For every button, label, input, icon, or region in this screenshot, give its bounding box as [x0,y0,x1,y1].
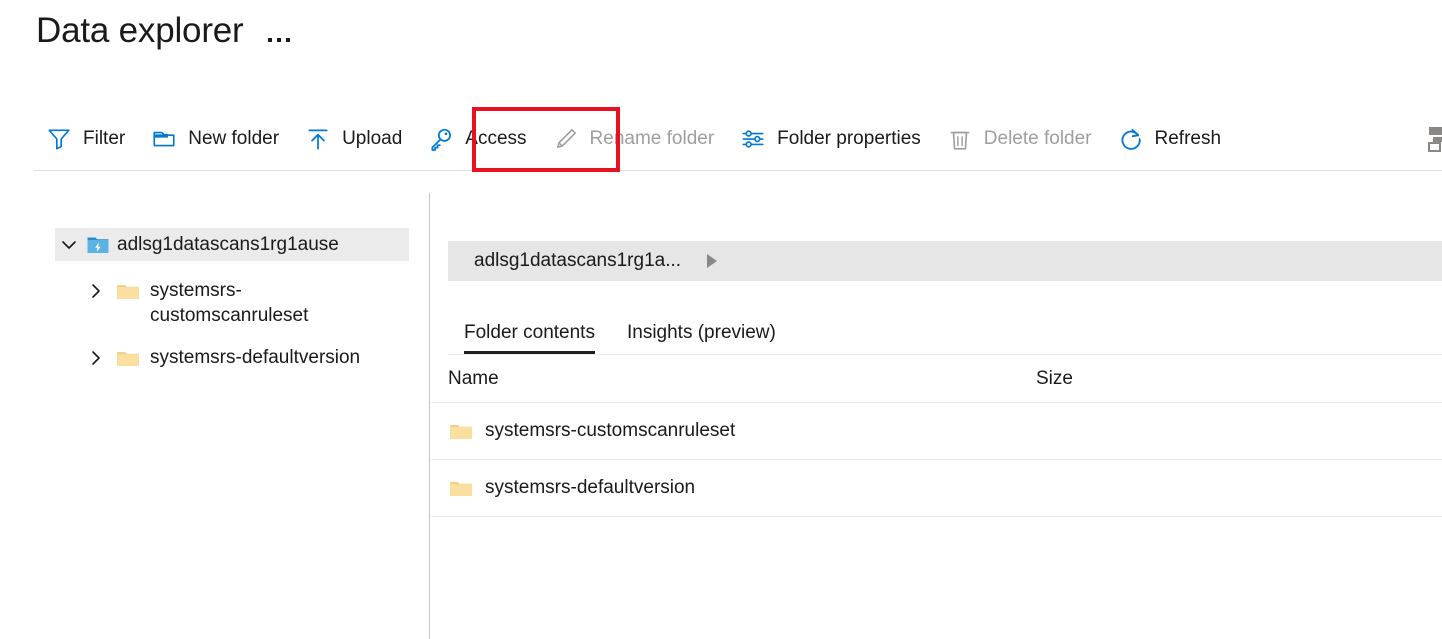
toolbar-button-new-folder[interactable]: New folder [138,108,292,170]
ellipsis-dot [286,38,290,42]
row-name-label: systemsrs-customscanruleset [485,420,735,442]
toolbar-label: Delete folder [984,128,1092,150]
column-header-name[interactable]: Name [448,368,1036,390]
column-header-size[interactable]: Size [1036,368,1236,390]
toolbar-label: Rename folder [590,128,715,150]
toolbar-label: Access [465,128,526,150]
breadcrumb: adlsg1datascans1rg1a... [448,241,1442,281]
table-row[interactable]: systemsrs-defaultversion [431,460,1442,517]
folder-icon [115,279,141,305]
toolbar-button-delete-folder[interactable]: Delete folder [934,108,1105,170]
command-toolbar: Filter New folder Upload Access [33,107,1442,171]
page-title: Data explorer [36,8,244,54]
folder-icon [115,346,141,372]
tab-folder-contents[interactable]: Folder contents [448,311,611,354]
tree-item-systemsrs-customscanruleset[interactable]: systemsrs-customscanruleset [86,278,406,328]
chevron-right-icon[interactable] [86,281,106,301]
new-folder-icon [151,126,177,152]
breadcrumb-path[interactable]: adlsg1datascans1rg1a... [474,250,681,272]
toolbar-label: Folder properties [777,128,921,150]
toolbar-button-refresh[interactable]: Refresh [1105,108,1235,170]
sliders-icon [740,126,766,152]
tree-item-label: adlsg1datascans1rg1ause [117,234,339,256]
chevron-right-icon[interactable] [86,348,106,368]
chevron-down-icon[interactable] [59,235,79,255]
tree-item-label: systemsrs-defaultversion [150,345,360,370]
tab-label: Folder contents [464,322,595,344]
hierarchy-icon[interactable] [1428,124,1442,154]
content-tabs: Folder contents Insights (preview) [448,311,1442,355]
folder-contents-table: Name Size systemsrs-customscanruleset [431,355,1442,517]
toolbar-button-rename-folder[interactable]: Rename folder [540,108,728,170]
filter-icon [46,126,72,152]
toolbar-button-filter[interactable]: Filter [33,108,138,170]
folder-icon [448,476,474,502]
toolbar-button-access[interactable]: Access [415,108,539,170]
trash-icon [947,126,973,152]
ellipsis-dot [277,38,281,42]
toolbar-label: New folder [188,128,279,150]
key-icon [428,126,454,152]
toolbar-label: Upload [342,128,402,150]
tree-item-root[interactable]: adlsg1datascans1rg1ause [55,228,409,261]
tree-item-systemsrs-defaultversion[interactable]: systemsrs-defaultversion [86,345,406,372]
title-row: Data explorer [36,8,290,54]
tab-label: Insights (preview) [627,322,776,344]
table-header-row: Name Size [431,355,1442,403]
caret-right-icon[interactable] [707,254,717,268]
more-options-ellipsis-icon[interactable] [268,8,290,54]
ellipsis-dot [268,38,272,42]
upload-icon [305,126,331,152]
folder-icon [448,419,474,445]
cell-name: systemsrs-defaultversion [448,475,1036,502]
data-explorer-page: Data explorer Filter New folder [0,0,1442,639]
toolbar-label: Refresh [1155,128,1222,150]
toolbar-button-upload[interactable]: Upload [292,108,415,170]
pencil-icon [553,126,579,152]
table-row[interactable]: systemsrs-customscanruleset [431,403,1442,460]
tab-insights-preview[interactable]: Insights (preview) [611,311,792,354]
refresh-icon [1118,126,1144,152]
cell-name: systemsrs-customscanruleset [448,418,1036,445]
toolbar-label: Filter [83,128,125,150]
tree-item-label: systemsrs-customscanruleset [150,278,365,328]
adls-storage-folder-icon [86,233,110,257]
content-panel: adlsg1datascans1rg1a... Folder contents … [431,193,1442,639]
row-name-label: systemsrs-defaultversion [485,477,695,499]
folder-tree-panel: adlsg1datascans1rg1ause systemsrs-custom… [0,193,430,639]
toolbar-button-folder-properties[interactable]: Folder properties [727,108,934,170]
